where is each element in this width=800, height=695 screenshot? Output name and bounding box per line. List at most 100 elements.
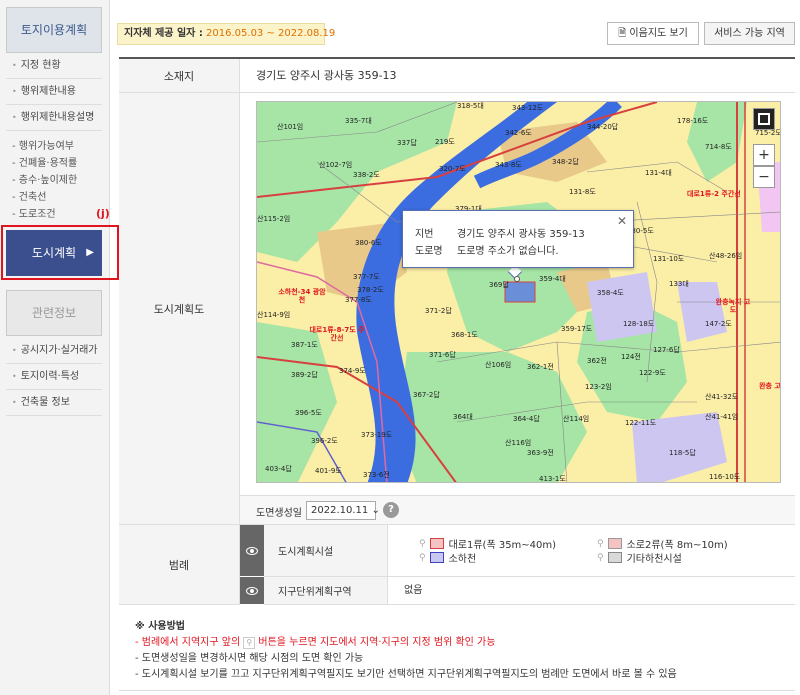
eye-icon (246, 586, 258, 595)
map-road-label: 대로1류-2 주간선 (687, 190, 741, 198)
map-lot-label: 118-5답 (669, 449, 696, 457)
map-lot-label: 131-10도 (653, 255, 685, 263)
map-date-select[interactable]: 2022.10.11 ⌄ (306, 501, 380, 520)
map-lot-label: 127-6답 (653, 346, 680, 354)
district-label: 지구단위계획구역 (264, 577, 388, 605)
zoom-out-button[interactable]: − (753, 166, 775, 188)
sidebar-item-restriction[interactable]: • 행위제한내용 (6, 79, 102, 105)
map-road-label: 소하천-34 광암천 (278, 288, 326, 304)
map-lot-label: 335-7대 (345, 117, 372, 125)
close-icon[interactable]: ✕ (617, 214, 627, 228)
parcel-popup: 지번 경기도 양주시 광사동 359-13 도로명 도로명 주소가 없습니다. ✕ (402, 210, 634, 268)
map-lot-label: 116-10도 (709, 473, 741, 481)
legend-swatch (429, 552, 444, 563)
bullet-icon: • (12, 346, 17, 355)
map-lot-label: 378-2도 (357, 286, 384, 294)
legend-item[interactable]: ⚲ 소하천 (419, 550, 476, 565)
map-lot-label: 714-8도 (705, 143, 732, 151)
view-eum-map-button[interactable]: 🗎 이음지도 보기 (607, 22, 699, 45)
map-lot-label: 343-8도 (495, 161, 522, 169)
fullscreen-icon[interactable] (753, 108, 775, 130)
map-lot-label: 122-11도 (625, 419, 657, 427)
sidebar: 토지이용계획 • 지정 현황 • 행위제한내용 • 행위제한내용설명 - 행위가능여부… (0, 0, 119, 695)
sidebar-list-primary: • 지정 현황 • 행위제한내용 • 행위제한내용설명 (6, 53, 102, 131)
district-value: 없음 (388, 577, 795, 605)
zoom-in-button[interactable]: + (753, 144, 775, 166)
popup-lot-key: 지번 (415, 229, 434, 240)
map-lot-label: 131-4대 (645, 169, 672, 177)
map-lot-label: 산115-2임 (257, 215, 291, 223)
map-lot-label: 산114임 (563, 415, 590, 423)
sidebar-subitem-building-line[interactable]: - 건축선 (12, 189, 104, 206)
map-lot-label: 374-9도 (339, 367, 366, 375)
map-lot-label: 362전 (587, 357, 607, 365)
map-lot-label: 122-9도 (639, 369, 666, 377)
map-road-label: 대로1류-8-7도 주간선 (309, 326, 365, 342)
chevron-down-icon: ⌄ (371, 505, 380, 516)
map-lot-label: 362-1전 (527, 363, 554, 371)
sidebar-section-land-use[interactable]: 토지이용계획 (6, 7, 102, 53)
sidebar-subitem-height[interactable]: - 층수·높이제한 (12, 172, 104, 189)
service-area-button[interactable]: 서비스 가능 지역 (704, 22, 795, 45)
map-lot-label: 373-6전 (363, 471, 390, 479)
facility-label: 도시계획시설 (264, 525, 388, 577)
city-plan-map-label: 도시계획도 (119, 93, 240, 525)
map-lot-label: 369답 (489, 281, 509, 289)
city-plan-map[interactable]: 318-5대 343-12도 344-20답 178-16도 산101임 335… (256, 101, 781, 483)
map-lot-label: 401-9도 (315, 467, 342, 475)
sidebar-subitem-coverage[interactable]: - 건폐율·용적률 (12, 155, 104, 172)
sidebar-subitem-allowed[interactable]: - 행위가능여부 (12, 138, 104, 155)
popup-road-value: 도로명 주소가 없습니다. (457, 246, 559, 257)
map-lot-label: 124전 (621, 353, 641, 361)
map-lot-label: 320-7도 (439, 165, 466, 173)
map-lot-label: 337답 (397, 139, 417, 147)
location-pin-icon (514, 276, 520, 282)
map-lot-label: 380-6도 (355, 239, 382, 247)
annotation-highlight-box (1, 225, 119, 280)
map-lot-label: 318-5대 (457, 102, 484, 110)
document-icon: 🗎 (618, 28, 627, 39)
notes-line-2: - 도면생성일을 변경하시면 해당 시점의 도면 확인 가능 (135, 653, 364, 664)
map-lot-label: 377-7도 (353, 273, 380, 281)
map-lot-label: 396-5도 (295, 409, 322, 417)
sidebar-section-related[interactable]: 관련정보 (6, 290, 102, 336)
pin-icon: ⚲ (597, 552, 604, 563)
map-lot-label: 산106임 (485, 361, 512, 369)
bullet-icon: • (12, 372, 17, 381)
toggle-district-button[interactable] (240, 577, 264, 605)
map-lot-label: 123-2임 (585, 383, 612, 391)
bullet-icon: • (12, 398, 17, 407)
sidebar-item-building-info[interactable]: • 건축물 정보 (6, 390, 102, 416)
legend-label: 범례 (119, 525, 240, 605)
notes-title: ※ 사용방법 (135, 621, 186, 632)
map-date-row: 도면생성일 2022.10.11 ⌄ ? (240, 495, 795, 525)
popup-road-key: 도로명 (415, 246, 443, 257)
map-lot-label: 403-4답 (265, 465, 292, 473)
legend-item[interactable]: ⚲ 기타하천시설 (597, 550, 682, 565)
map-lot-label: 338-2도 (353, 171, 380, 179)
address-label: 소재지 (119, 59, 240, 93)
help-icon[interactable]: ? (383, 502, 399, 518)
sidebar-item-land-history[interactable]: • 토지이력·특성 (6, 364, 102, 390)
sidebar-item-designation[interactable]: • 지정 현황 (6, 53, 102, 79)
map-lot-label: 396-2도 (311, 437, 338, 445)
legend-item[interactable]: ⚲ 소로2류(폭 8m~10m) (597, 536, 728, 551)
sidebar-item-land-price[interactable]: • 공시지가·실거래가 (6, 338, 102, 364)
legend-swatch (607, 538, 622, 549)
map-lot-label: 363-9전 (527, 449, 554, 457)
notes-line-1: - 범례에서 지역지구 앞의 ⚲ 버튼을 누르면 지도에서 지역·지구의 지정 … (135, 637, 496, 649)
map-lot-label: 산116임 (505, 439, 532, 447)
annotation-marker: (j) (96, 207, 110, 220)
toggle-facility-button[interactable] (240, 525, 264, 577)
sidebar-subitem-road[interactable]: - 도로조건 (12, 206, 104, 223)
bullet-icon: • (12, 113, 17, 122)
legend-swatch (607, 552, 622, 563)
map-lot-label: 344-20답 (587, 123, 619, 131)
pin-icon: ⚲ (419, 552, 426, 563)
legend-swatch (429, 538, 444, 549)
legend-item[interactable]: ⚲ 대로1류(폭 35m~40m) (419, 536, 556, 551)
sidebar-item-restriction-desc[interactable]: • 행위제한내용설명 (6, 105, 102, 131)
map-lot-label: 131-8도 (569, 188, 596, 196)
map-lot-label: 178-16도 (677, 117, 709, 125)
map-lot-label: 368-1도 (451, 331, 478, 339)
